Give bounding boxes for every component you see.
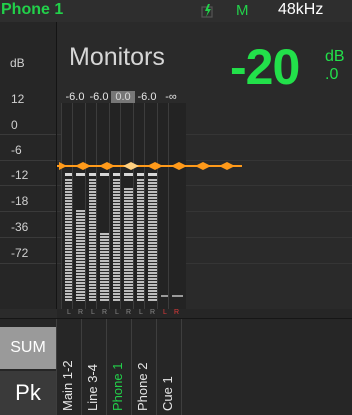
- lr-label: R: [150, 309, 156, 316]
- title-bar: Phone 1 M 48kHz: [0, 0, 352, 23]
- fader-handle-icon: [99, 162, 115, 170]
- lr-label: L: [163, 309, 167, 316]
- scale-divider: [0, 211, 56, 212]
- meter-cue-1-r: [168, 103, 186, 309]
- monitor-level-unit: dB: [325, 48, 345, 65]
- channel-divider: [181, 319, 182, 415]
- lr-label: L: [67, 309, 71, 316]
- channel-name: Phone 2: [135, 362, 150, 411]
- channel-gain-phone-2[interactable]: -6.0: [135, 91, 159, 103]
- mode-indicator: M: [236, 2, 249, 19]
- power-charge-icon: [201, 4, 213, 18]
- tick-label: -12: [11, 168, 29, 182]
- sample-rate: 48kHz: [278, 1, 324, 18]
- scale-divider: [0, 160, 56, 161]
- fader-handle-icon: [147, 162, 163, 170]
- lr-label: L: [115, 309, 119, 316]
- scale-divider: [0, 237, 56, 238]
- channel-name: Phone 1: [110, 362, 125, 411]
- channel-gain-main-1-2[interactable]: -6.0: [63, 91, 87, 103]
- peak-button[interactable]: Pk: [0, 371, 56, 415]
- channel-label-phone-1[interactable]: Phone 1: [107, 319, 131, 415]
- lr-label-row: L R L R L R L R L R: [57, 309, 352, 318]
- monitors-title: Monitors: [69, 43, 165, 71]
- fader-handle-icon: [171, 162, 187, 170]
- channel-label-line-3-4[interactable]: Line 3-4: [82, 319, 106, 415]
- channel-name: Main 1-2: [60, 360, 75, 411]
- monitor-level-decimal: .0: [325, 66, 339, 83]
- tick-label: 12: [11, 92, 25, 106]
- fader-handle-icon: [75, 162, 91, 170]
- lr-label: L: [91, 309, 95, 316]
- channel-name: Cue 1: [160, 376, 175, 411]
- tick-label: 0: [11, 118, 18, 132]
- channel-name: Line 3-4: [85, 364, 100, 411]
- channel-label-cue-1[interactable]: Cue 1: [157, 319, 181, 415]
- sum-button[interactable]: SUM: [0, 327, 56, 369]
- channel-label-main-1-2[interactable]: Main 1-2: [57, 319, 81, 415]
- device-title: Phone 1: [1, 1, 64, 18]
- lr-label: R: [174, 309, 180, 316]
- fader-handle-icon: [123, 162, 139, 170]
- db-scale: dB 12 0 -6 -12 -18 -36 -72: [0, 22, 57, 309]
- tick-label: -36: [11, 220, 29, 234]
- fader-handle-icon: [59, 162, 67, 170]
- scale-divider: [0, 263, 56, 264]
- channel-gain-cue-1[interactable]: -∞: [159, 91, 183, 103]
- db-unit-label: dB: [10, 56, 25, 70]
- monitors-panel: Monitors -20 dB .0 -6.0 -6.0 0.0 -6.0 -∞: [57, 22, 352, 309]
- lr-label: R: [126, 309, 132, 316]
- lr-label: R: [78, 309, 84, 316]
- scale-divider: [0, 185, 56, 186]
- lr-label: L: [139, 309, 143, 316]
- channel-gain-phone-1[interactable]: 0.0: [111, 91, 135, 103]
- fader-handles: [59, 162, 235, 170]
- lr-label: R: [102, 309, 108, 316]
- tick-label: -6: [11, 143, 22, 157]
- channel-label-strip: SUM Pk Main 1-2 Line 3-4 Phone 1 Phone 2…: [0, 318, 352, 415]
- tick-label: -72: [11, 246, 29, 260]
- tick-label: -18: [11, 194, 29, 208]
- fader-handle-icon: [195, 162, 211, 170]
- channel-label-phone-2[interactable]: Phone 2: [132, 319, 156, 415]
- monitor-level-readout[interactable]: -20: [230, 42, 300, 92]
- fader-handle-icon: [219, 162, 235, 170]
- channel-gain-line-3-4[interactable]: -6.0: [87, 91, 111, 103]
- scale-divider: [0, 134, 56, 135]
